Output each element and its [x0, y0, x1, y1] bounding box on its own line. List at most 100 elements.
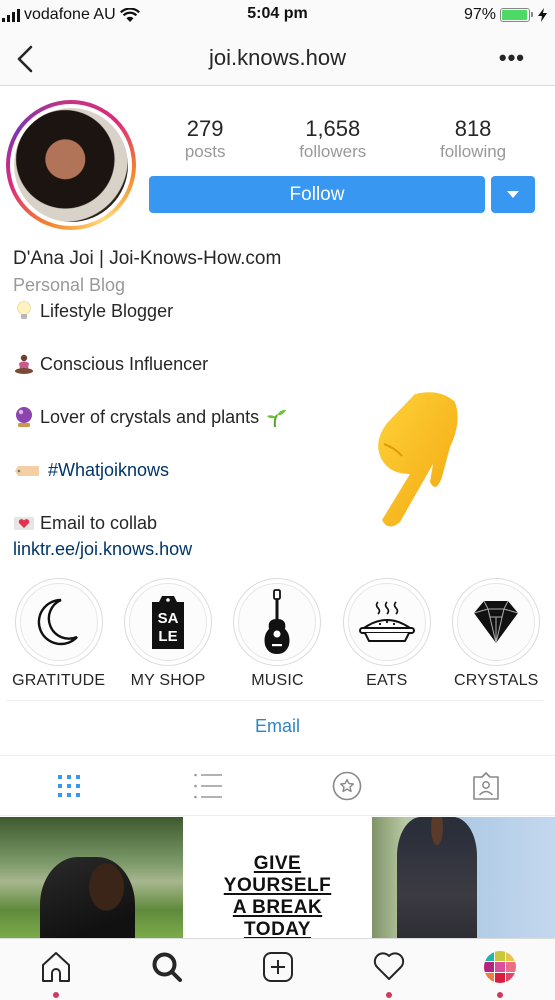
highlight-ring: SA LE — [124, 578, 213, 666]
profile-avatar-icon — [483, 951, 516, 983]
highlight-ring — [233, 578, 322, 666]
posts-grid: GIVE YOURSELF A BREAK TODAY — [0, 817, 555, 938]
profile-stats: 279 posts 1,658 followers 818 following — [148, 116, 543, 162]
bottom-tab-bar — [0, 938, 555, 1000]
highlight-label: CRYSTALS — [453, 672, 539, 689]
nav-search[interactable] — [137, 951, 197, 997]
stat-followers[interactable]: 1,658 followers — [299, 116, 366, 162]
highlight-ring — [342, 578, 431, 666]
guitar-icon — [264, 589, 290, 654]
post-thumbnail[interactable] — [372, 817, 555, 938]
nav-activity[interactable] — [359, 951, 419, 998]
stat-posts[interactable]: 279 posts — [185, 116, 226, 162]
profile-full-name: D'Ana Joi | Joi-Knows-How.com — [13, 248, 282, 269]
post-thumbnail[interactable]: GIVE YOURSELF A BREAK TODAY — [186, 817, 369, 938]
highlight-gratitude[interactable]: GRATITUDE — [9, 578, 109, 690]
highlight-label: MY SHOP — [130, 672, 206, 689]
story-highlights: GRATITUDE SA LE MY SHOP MUSIC EATS CRYSTA… — [0, 578, 555, 690]
stat-label: following — [439, 142, 507, 161]
status-right: 97% — [464, 6, 547, 24]
bio-text: Conscious Influencer — [40, 354, 209, 374]
highlight-cover — [238, 583, 317, 661]
bio-line: Conscious Influencer — [13, 351, 373, 377]
quote-line: TODAY — [244, 919, 311, 938]
avatar — [14, 108, 128, 222]
light-bulb-icon — [17, 301, 31, 319]
charging-bolt-icon — [538, 8, 547, 22]
tagged-person-icon — [472, 771, 499, 800]
love-letter-icon — [14, 517, 34, 530]
pie-icon — [358, 601, 415, 642]
battery-percent: 97% — [463, 6, 496, 23]
list-icon — [194, 773, 223, 798]
highlight-music[interactable]: MUSIC — [227, 578, 327, 690]
nav-home[interactable] — [26, 951, 86, 998]
tab-tagged[interactable] — [416, 756, 555, 815]
stat-value: 1,658 — [305, 116, 361, 141]
hashtag-link[interactable]: #Whatjoiknows — [48, 457, 169, 483]
suggested-dropdown-button[interactable] — [491, 176, 535, 213]
highlight-cover: SA LE — [129, 583, 208, 661]
email-contact-button[interactable]: Email — [0, 716, 555, 737]
nav-profile[interactable] — [470, 951, 530, 998]
highlight-label: GRATITUDE — [12, 672, 106, 689]
caret-down-icon — [507, 191, 519, 198]
highlight-cover — [347, 583, 426, 661]
bio-line: #Whatjoiknows — [13, 457, 373, 483]
follow-button[interactable]: Follow — [149, 176, 485, 213]
avatar-border — [10, 104, 132, 226]
bio-text: Lover of crystals and plants — [40, 407, 260, 427]
highlight-ring — [452, 578, 541, 666]
bio-line: Lifestyle Blogger — [13, 298, 373, 324]
crescent-moon-icon — [37, 598, 78, 646]
home-icon — [41, 952, 70, 982]
stat-label: followers — [299, 142, 367, 161]
highlight-cover — [19, 583, 98, 661]
person-lotus-position-icon — [15, 354, 33, 374]
tab-list[interactable] — [139, 756, 278, 815]
quote-line: YOURSELF — [223, 875, 332, 896]
backhand-pointing-down-icon — [378, 392, 458, 527]
highlight-crystals[interactable]: CRYSTALS — [446, 578, 546, 690]
highlight-label: MUSIC — [251, 672, 304, 689]
stat-following[interactable]: 818 following — [440, 116, 506, 162]
battery-icon — [500, 8, 533, 22]
avatar-story-ring[interactable] — [6, 100, 136, 230]
profile-category: Personal Blog — [13, 275, 126, 295]
star-circle-icon — [332, 771, 362, 800]
notification-dot — [52, 992, 59, 998]
bio-line: Email to collab — [13, 510, 373, 536]
highlight-ring — [14, 578, 103, 666]
search-icon — [152, 952, 182, 982]
stat-value: 279 — [186, 116, 224, 141]
more-options-icon[interactable]: ••• — [499, 45, 525, 71]
quote-line: A BREAK — [232, 897, 323, 918]
tab-saved[interactable] — [278, 756, 417, 815]
profile-tabs — [0, 756, 555, 816]
post-photo-subject — [397, 817, 477, 938]
bio-website-link[interactable]: linktr.ee/joi.knows.how — [13, 536, 373, 562]
bio-line: Lover of crystals and plants — [13, 404, 373, 430]
highlight-my-shop[interactable]: SA LE MY SHOP — [118, 578, 218, 690]
post-thumbnail[interactable] — [0, 817, 183, 938]
bio-text: Lifestyle Blogger — [40, 301, 174, 321]
tab-grid[interactable] — [0, 756, 139, 815]
divider — [6, 700, 543, 701]
stat-label: posts — [184, 142, 226, 161]
status-bar: vodafone AU 5:04 pm 97% — [0, 0, 555, 32]
heart-icon — [373, 952, 404, 980]
profile-username-title: joi.knows.how — [209, 45, 346, 70]
svg-text:LE: LE — [158, 628, 177, 645]
highlight-eats[interactable]: EATS — [337, 578, 437, 690]
grid-icon — [58, 774, 81, 797]
seedling-icon — [267, 409, 287, 428]
notification-dot — [496, 992, 503, 998]
highlight-cover — [457, 583, 536, 661]
quote-line: GIVE — [253, 853, 302, 874]
bio-text: Email to collab — [40, 513, 158, 533]
svg-text:SA: SA — [158, 610, 179, 627]
label-tag-icon — [15, 466, 39, 476]
post-photo-subject — [40, 857, 135, 938]
nav-new-post[interactable] — [248, 951, 308, 997]
add-post-icon — [262, 952, 293, 982]
